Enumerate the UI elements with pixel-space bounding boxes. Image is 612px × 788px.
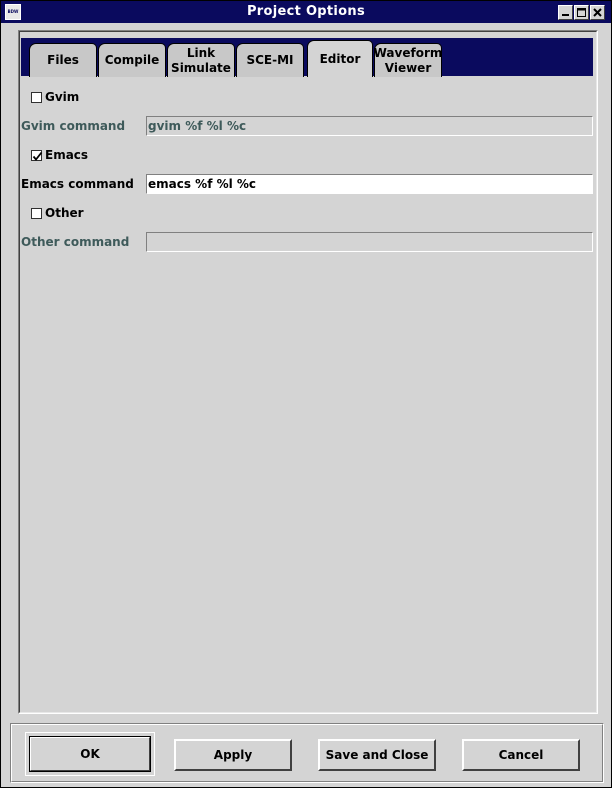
tab-strip: Files Compile Link Simulate SCE-MI Edito… [21, 38, 593, 77]
close-icon [593, 8, 602, 17]
cancel-button[interactable]: Cancel [462, 739, 580, 771]
tab-label: Compile [104, 53, 160, 67]
tab-label: Link Simulate [171, 45, 231, 75]
tab-editor[interactable]: Editor [307, 40, 373, 77]
emacs-command-field[interactable]: emacs %f %l %c [146, 174, 593, 194]
save-and-close-button[interactable]: Save and Close [318, 739, 436, 771]
tab-label: Waveform Viewer [373, 45, 443, 75]
checkmark-icon [32, 151, 43, 161]
gvim-checkbox[interactable] [31, 92, 42, 103]
ok-button[interactable]: OK [29, 736, 151, 772]
emacs-checkbox[interactable] [31, 150, 43, 161]
window-title: Project Options [246, 4, 366, 19]
other-checkbox-label: Other [45, 206, 84, 220]
gvim-command-label: Gvim command [21, 119, 126, 133]
tab-label: Editor [319, 51, 361, 66]
gvim-checkbox-label: Gvim [45, 90, 80, 104]
tab-label: SCE-MI [246, 53, 294, 67]
other-command-label: Other command [21, 235, 130, 249]
emacs-checkbox-label: Emacs [45, 148, 89, 162]
other-checkbox[interactable] [31, 208, 42, 219]
tab-label: Files [47, 53, 79, 67]
maximize-button[interactable] [574, 5, 589, 20]
title-bar[interactable]: BDW Project Options [1, 1, 611, 23]
gvim-command-field[interactable]: gvim %f %l %c [146, 116, 593, 136]
tab-compile[interactable]: Compile [98, 43, 166, 77]
maximize-icon [577, 8, 586, 17]
apply-button[interactable]: Apply [174, 739, 292, 771]
emacs-command-label: Emacs command [21, 177, 134, 191]
tab-link-simulate[interactable]: Link Simulate [167, 43, 235, 77]
project-options-window: BDW Project Options Files Compile Link S… [0, 0, 612, 788]
close-button[interactable] [590, 5, 605, 20]
tab-sce-mi[interactable]: SCE-MI [236, 43, 304, 77]
tab-waveform-viewer[interactable]: Waveform Viewer [374, 43, 442, 77]
tab-files[interactable]: Files [29, 43, 97, 77]
minimize-button[interactable] [558, 5, 573, 20]
other-command-field[interactable] [146, 232, 593, 252]
minimize-icon [562, 14, 569, 16]
